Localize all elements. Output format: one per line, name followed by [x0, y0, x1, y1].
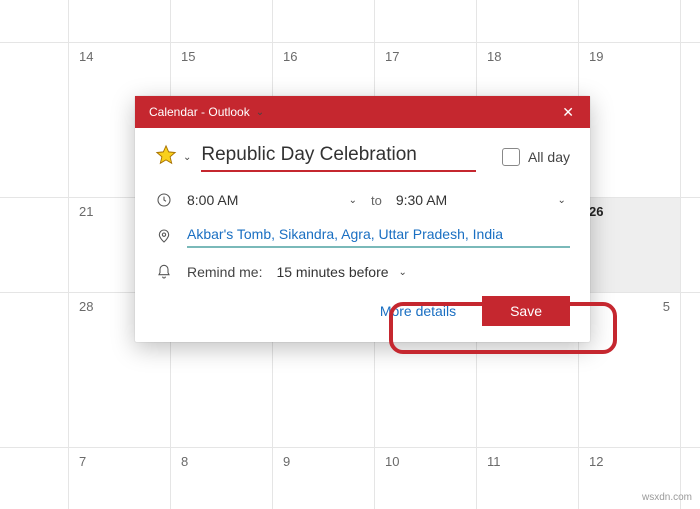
reminder-row: Remind me: 15 minutes before ⌄	[155, 264, 570, 280]
popup-header: Calendar - Outlook ⌄ ✕	[135, 96, 590, 128]
chevron-down-icon: ⌄	[256, 107, 264, 118]
event-popup: Calendar - Outlook ⌄ ✕ ⌄ All day	[135, 96, 590, 342]
close-button[interactable]: ✕	[556, 100, 580, 125]
cal-cell[interactable]: 10	[374, 447, 476, 509]
calendar-selector[interactable]: Calendar - Outlook ⌄	[149, 105, 264, 119]
chevron-down-icon: ⌄	[349, 195, 357, 206]
cal-cell-today[interactable]: 26	[578, 197, 680, 292]
cal-cell[interactable]: 9	[272, 447, 374, 509]
cal-cell[interactable]	[0, 447, 68, 509]
cal-cell[interactable]	[272, 0, 374, 42]
start-time-value: 8:00 AM	[187, 192, 238, 208]
popup-footer: More details Save	[155, 296, 570, 326]
bell-icon	[155, 264, 173, 280]
cal-cell[interactable]: 8	[170, 447, 272, 509]
location-input[interactable]	[187, 224, 570, 248]
cal-cell[interactable]	[680, 197, 700, 292]
save-button[interactable]: Save	[482, 296, 570, 326]
reminder-select[interactable]: 15 minutes before ⌄	[276, 264, 406, 280]
start-time-select[interactable]: 8:00 AM ⌄	[187, 192, 357, 208]
checkbox-icon	[502, 148, 520, 166]
cal-cell[interactable]	[0, 292, 68, 447]
cal-cell[interactable]: 19	[578, 42, 680, 197]
clock-icon	[155, 192, 173, 208]
all-day-label: All day	[528, 149, 570, 165]
watermark: wsxdn.com	[642, 492, 692, 503]
cal-cell[interactable]	[170, 0, 272, 42]
all-day-toggle[interactable]: All day	[502, 148, 570, 166]
time-row: 8:00 AM ⌄ to 9:30 AM ⌄	[155, 192, 570, 208]
chevron-down-icon: ⌄	[399, 267, 407, 278]
cal-cell[interactable]	[0, 42, 68, 197]
title-row: ⌄ All day	[155, 142, 570, 172]
cal-cell[interactable]	[476, 0, 578, 42]
close-icon: ✕	[562, 104, 574, 120]
end-time-value: 9:30 AM	[396, 192, 447, 208]
cal-cell[interactable]: 5	[578, 292, 680, 447]
cal-cell[interactable]	[680, 42, 700, 197]
cal-cell[interactable]	[680, 0, 700, 42]
remind-label: Remind me:	[187, 264, 262, 280]
location-row	[155, 224, 570, 248]
event-title-input[interactable]	[201, 142, 476, 172]
star-icon[interactable]	[155, 144, 177, 171]
cal-cell[interactable]	[374, 0, 476, 42]
cal-cell[interactable]: 11	[476, 447, 578, 509]
cal-cell[interactable]	[680, 292, 700, 447]
to-label: to	[371, 193, 382, 208]
end-time-select[interactable]: 9:30 AM ⌄	[396, 192, 566, 208]
chevron-down-icon[interactable]: ⌄	[183, 152, 191, 163]
chevron-down-icon: ⌄	[557, 195, 565, 206]
cal-cell[interactable]	[68, 0, 170, 42]
popup-body: ⌄ All day 8:00 AM ⌄ to 9:30 AM ⌄	[135, 128, 590, 342]
cal-cell[interactable]	[578, 0, 680, 42]
reminder-value: 15 minutes before	[276, 264, 388, 280]
location-icon	[155, 228, 173, 244]
day-number: 26	[589, 204, 603, 219]
popup-header-label: Calendar - Outlook	[149, 105, 250, 119]
cal-cell[interactable]	[0, 0, 68, 42]
cal-cell[interactable]: 7	[68, 447, 170, 509]
more-details-link[interactable]: More details	[380, 303, 456, 319]
cal-cell[interactable]	[0, 197, 68, 292]
